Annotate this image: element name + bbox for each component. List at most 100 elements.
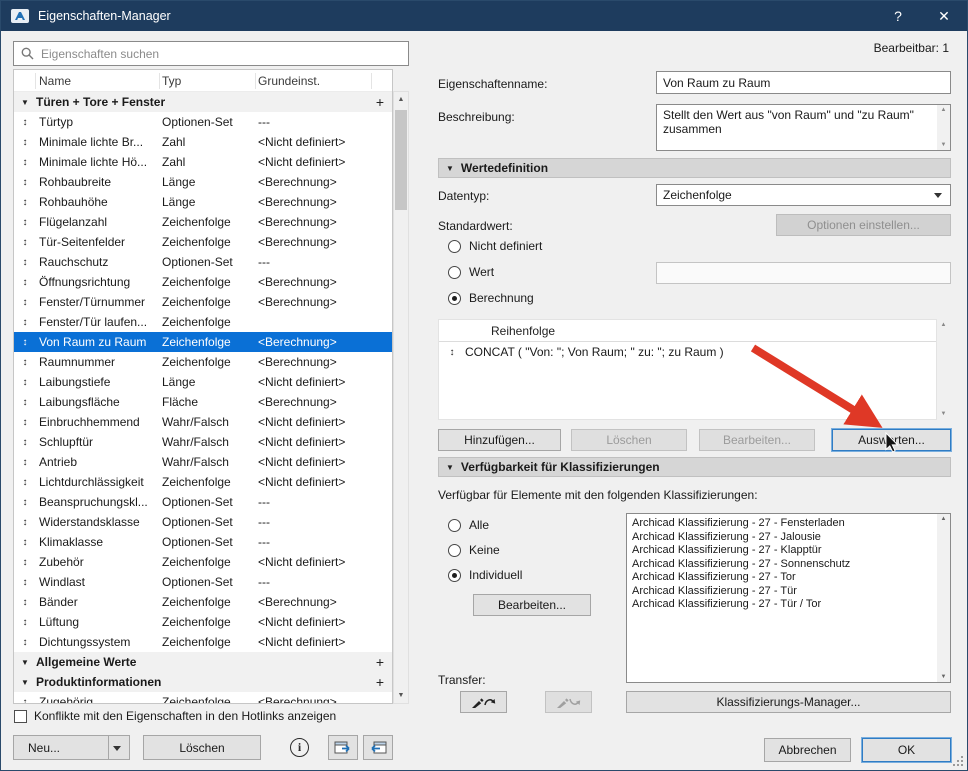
description-input[interactable]: Stellt den Wert aus "von Raum" und "zu R… <box>656 104 951 151</box>
scroll-up-icon[interactable]: ▲ <box>937 516 950 522</box>
property-row[interactable]: ↕ Laibungstiefe Länge <Nicht definiert> <box>14 372 392 392</box>
property-row[interactable]: ↕ Tür-Seitenfelder Zeichenfolge <Berechnung… <box>14 232 392 252</box>
default-value-input[interactable] <box>656 262 951 284</box>
radio-nicht-definiert[interactable]: Nicht definiert <box>448 239 542 253</box>
collapse-triangle-icon[interactable]: ▼ <box>446 164 454 173</box>
property-row[interactable]: ↕ Beanspruchungskl... Optionen-Set --- <box>14 492 392 512</box>
property-row[interactable]: ↕ Flügelanzahl Zeichenfolge <Berechnung> <box>14 212 392 232</box>
section-klassifizierungen[interactable]: ▼ Verfügbarkeit für Klassifizierungen <box>438 457 951 477</box>
property-row[interactable]: ↕ Zubehör Zeichenfolge <Nicht definiert> <box>14 552 392 572</box>
classification-item[interactable]: Archicad Klassifizierung - 27 - Tür / To… <box>632 598 932 612</box>
radio-icon[interactable] <box>448 543 461 557</box>
add-property-icon[interactable]: + <box>368 674 392 690</box>
hotlink-conflict-checkbox[interactable] <box>14 709 27 723</box>
property-row[interactable]: ↕ Von Raum zu Raum Zeichenfolge <Berechnung… <box>14 332 392 352</box>
radio-icon[interactable] <box>448 265 461 279</box>
radio-berechnung[interactable]: Berechnung <box>448 291 534 305</box>
property-row[interactable]: ↕ Fenster/Tür laufen... Zeichenfolge <box>14 312 392 332</box>
property-row[interactable]: ↕ Rauchschutz Optionen-Set --- <box>14 252 392 272</box>
add-property-icon[interactable]: + <box>368 94 392 110</box>
collapse-triangle-icon[interactable]: ▼ <box>14 678 36 687</box>
radio-individuell[interactable]: Individuell <box>448 568 522 582</box>
property-row[interactable]: ↕ Widerstandsklasse Optionen-Set --- <box>14 512 392 532</box>
classification-item[interactable]: Archicad Klassifizierung - 27 - Sonnensc… <box>632 558 932 572</box>
delete-button[interactable]: Löschen <box>143 735 261 760</box>
property-group-row[interactable]: ▼ Türen + Tore + Fenster + <box>14 92 392 112</box>
scroll-up-icon[interactable]: ▲ <box>937 107 950 113</box>
resize-grip[interactable] <box>952 755 965 768</box>
scroll-up-icon[interactable]: ▲ <box>937 322 950 328</box>
classification-scrollbar[interactable]: ▲ ▼ <box>937 514 950 682</box>
property-row[interactable]: ↕ Schlupftür Wahr/Falsch <Nicht definiert> <box>14 432 392 452</box>
property-row[interactable]: ↕ Lüftung Zeichenfolge <Nicht definiert> <box>14 612 392 632</box>
classification-item[interactable]: Archicad Klassifizierung - 27 - Klapptür <box>632 544 932 558</box>
search-input[interactable]: Eigenschaften suchen <box>13 41 409 66</box>
pick-up-parameters-button[interactable] <box>460 691 507 713</box>
titlebar[interactable]: Eigenschaften-Manager ? ✕ <box>1 1 967 31</box>
new-dropdown-icon[interactable] <box>113 746 121 751</box>
evaluate-button[interactable]: Auswerten... <box>832 429 951 451</box>
scroll-down-icon[interactable]: ▼ <box>394 688 408 703</box>
property-row[interactable]: ↕ Bänder Zeichenfolge <Berechnung> <box>14 592 392 612</box>
collapse-triangle-icon[interactable]: ▼ <box>14 658 36 667</box>
radio-icon[interactable] <box>448 239 461 253</box>
scrollbar-thumb[interactable] <box>395 110 407 210</box>
radio-wert[interactable]: Wert <box>448 265 494 279</box>
radio-alle[interactable]: Alle <box>448 518 489 532</box>
column-header-grundeinst[interactable]: Grundeinst. <box>256 72 372 89</box>
close-button[interactable]: ✕ <box>921 1 967 31</box>
datatype-select[interactable]: Zeichenfolge <box>656 184 951 206</box>
property-row[interactable]: ↕ Fenster/Türnummer Zeichenfolge <Berechnun… <box>14 292 392 312</box>
scroll-down-icon[interactable]: ▼ <box>937 411 950 417</box>
property-name-input[interactable]: Von Raum zu Raum <box>656 71 951 94</box>
property-row[interactable]: ↕ Minimale lichte Br... Zahl <Nicht definie… <box>14 132 392 152</box>
property-row[interactable]: ↕ Windlast Optionen-Set --- <box>14 572 392 592</box>
property-row[interactable]: ↕ Rohbaubreite Länge <Berechnung> <box>14 172 392 192</box>
import-properties-button[interactable] <box>328 735 358 760</box>
classification-item[interactable]: Archicad Klassifizierung - 27 - Jalousie <box>632 531 932 545</box>
edit-classifications-button[interactable]: Bearbeiten... <box>473 594 591 616</box>
property-row[interactable]: ↕ Öffnungsrichtung Zeichenfolge <Berechnung… <box>14 272 392 292</box>
property-row[interactable]: ↕ Lichtdurchlässigkeit Zeichenfolge <Nicht … <box>14 472 392 492</box>
property-row[interactable]: ↕ Zugehörig... Zeichenfolge <Berechnung> <box>14 692 392 703</box>
property-row[interactable]: ↕ Minimale lichte Hö... Zahl <Nicht definie… <box>14 152 392 172</box>
set-options-button[interactable]: Optionen einstellen... <box>776 214 951 236</box>
radio-icon[interactable] <box>448 291 461 305</box>
delete-expression-button[interactable]: Löschen <box>571 429 687 451</box>
scroll-down-icon[interactable]: ▼ <box>937 674 950 680</box>
property-row[interactable]: ↕ Klimaklasse Optionen-Set --- <box>14 532 392 552</box>
radio-icon[interactable] <box>448 518 461 532</box>
expression-scrollbar[interactable]: ▲ ▼ <box>937 320 950 419</box>
expression-list[interactable]: Reihenfolge ↕ CONCAT ( "Von: "; Von Raum… <box>438 319 937 420</box>
collapse-triangle-icon[interactable]: ▼ <box>446 463 454 472</box>
classification-item[interactable]: Archicad Klassifizierung - 27 - Fensterl… <box>632 517 932 531</box>
property-group-row[interactable]: ▼ Produktinformationen + <box>14 672 392 692</box>
scroll-up-icon[interactable]: ▲ <box>394 92 408 107</box>
expression-row[interactable]: ↕ CONCAT ( "Von: "; Von Raum; " zu: "; z… <box>439 342 936 362</box>
property-row[interactable]: ↕ Raumnummer Zeichenfolge <Berechnung> <box>14 352 392 372</box>
info-icon[interactable]: i <box>290 738 309 757</box>
edit-expression-button[interactable]: Bearbeiten... <box>699 429 815 451</box>
add-property-icon[interactable]: + <box>368 654 392 670</box>
add-expression-button[interactable]: Hinzufügen... <box>438 429 561 451</box>
property-row[interactable]: ↕ Dichtungssystem Zeichenfolge <Nicht defin… <box>14 632 392 652</box>
export-properties-button[interactable] <box>363 735 393 760</box>
radio-keine[interactable]: Keine <box>448 543 500 557</box>
section-wertedefinition[interactable]: ▼ Wertedefinition <box>438 158 951 178</box>
ok-button[interactable]: OK <box>862 738 951 762</box>
property-row[interactable]: ↕ Einbruchhemmend Wahr/Falsch <Nicht defini… <box>14 412 392 432</box>
property-row[interactable]: ↕ Antrieb Wahr/Falsch <Nicht definiert> <box>14 452 392 472</box>
property-row[interactable]: ↕ Rohbauhöhe Länge <Berechnung> <box>14 192 392 212</box>
property-row[interactable]: ↕ Laibungsfläche Fläche <Berechnung> <box>14 392 392 412</box>
classification-item[interactable]: Archicad Klassifizierung - 27 - Tür <box>632 585 932 599</box>
inject-parameters-button[interactable] <box>545 691 592 713</box>
description-scrollbar[interactable]: ▲ ▼ <box>937 105 950 150</box>
column-header-name[interactable]: Name <box>36 72 160 89</box>
column-header-typ[interactable]: Typ <box>160 72 256 89</box>
classification-list[interactable]: Archicad Klassifizierung - 27 - Fensterl… <box>626 513 951 683</box>
property-row[interactable]: ↕ Türtyp Optionen-Set --- <box>14 112 392 132</box>
table-scrollbar[interactable]: ▲ ▼ <box>393 91 409 704</box>
radio-icon[interactable] <box>448 568 461 582</box>
cancel-button[interactable]: Abbrechen <box>764 738 851 762</box>
classification-manager-button[interactable]: Klassifizierungs-Manager... <box>626 691 951 713</box>
